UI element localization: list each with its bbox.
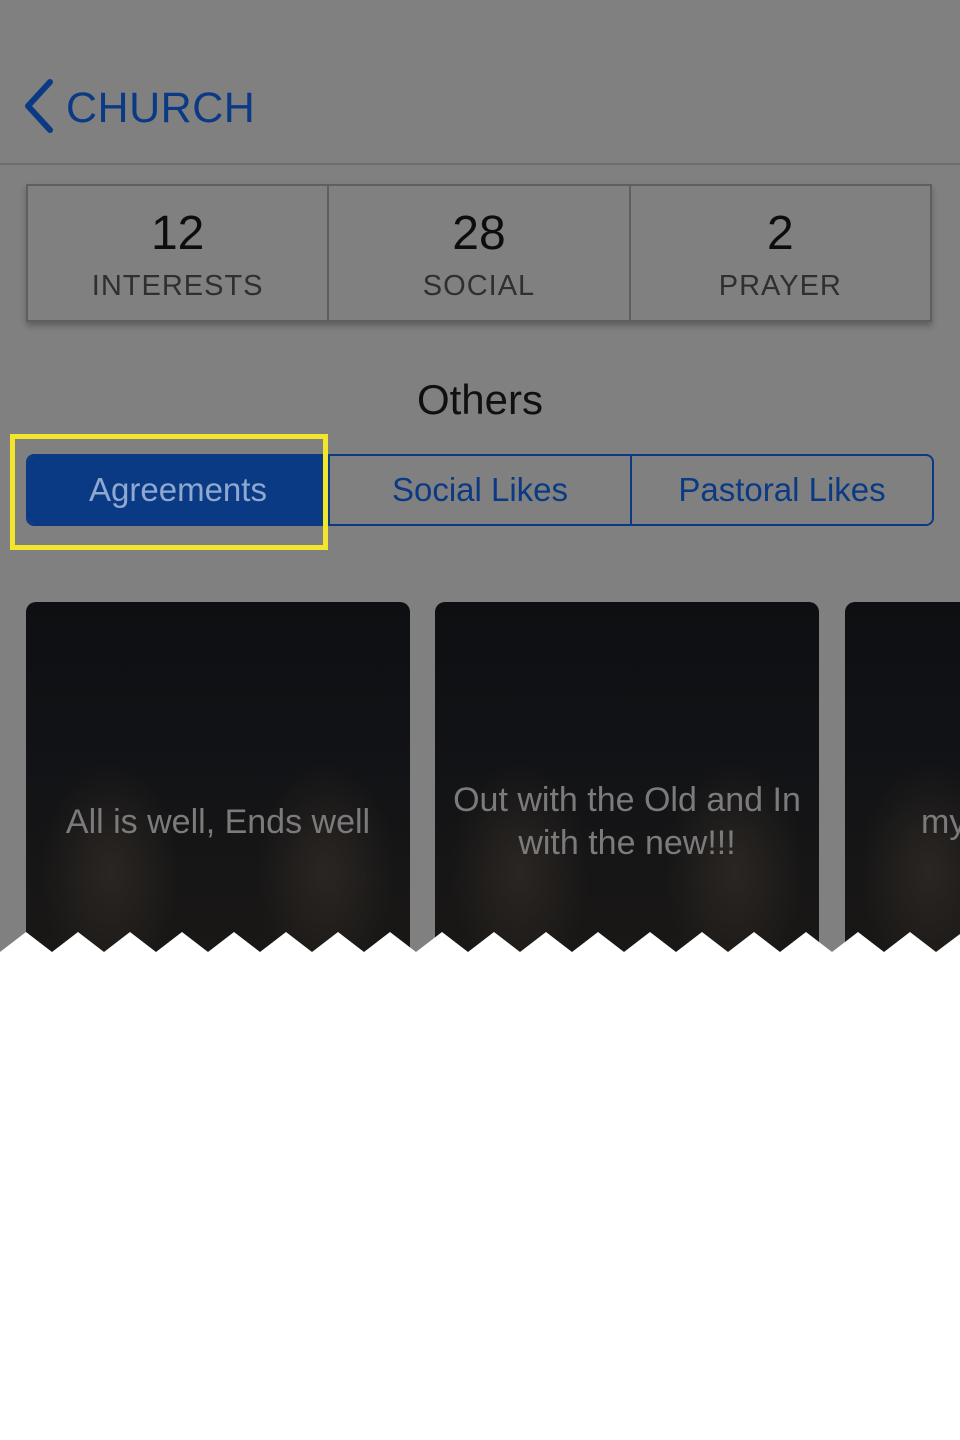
segment-social-likes[interactable]: Social Likes bbox=[330, 456, 632, 524]
chevron-left-icon bbox=[20, 78, 56, 139]
post-card[interactable]: my bbox=[845, 602, 960, 960]
stat-label: SOCIAL bbox=[422, 269, 536, 302]
post-card[interactable]: Out with the Old and In with the new!!! bbox=[435, 602, 819, 960]
stat-number: 12 bbox=[150, 206, 205, 260]
section-title: Others bbox=[416, 376, 544, 423]
stat-number: 2 bbox=[766, 206, 794, 260]
post-card[interactable]: All is well, Ends well bbox=[26, 602, 410, 960]
back-button[interactable]: CHURCH bbox=[20, 78, 255, 138]
back-button-label: CHURCH bbox=[66, 83, 256, 132]
segment-pastoral-likes[interactable]: Pastoral Likes bbox=[632, 456, 932, 524]
stat-prayer[interactable]: 2 PRAYER bbox=[631, 186, 930, 320]
app-screen: CHURCH 12 INTERESTS 28 SOCIAL 2 PRAYER O… bbox=[0, 0, 960, 960]
stat-label: INTERESTS bbox=[91, 269, 264, 302]
navigation-bar: CHURCH bbox=[0, 0, 960, 165]
post-card-text: Out with the Old and In with the new!!! bbox=[453, 781, 801, 862]
stat-interests[interactable]: 12 INTERESTS bbox=[28, 186, 330, 320]
stat-social[interactable]: 28 SOCIAL bbox=[329, 186, 631, 320]
stats-panel: 12 INTERESTS 28 SOCIAL 2 PRAYER bbox=[26, 184, 932, 322]
torn-edge bbox=[0, 932, 960, 970]
post-card-text: my bbox=[921, 802, 960, 841]
post-card-text: All is well, Ends well bbox=[65, 802, 371, 841]
stat-label: PRAYER bbox=[718, 269, 842, 302]
stat-number: 28 bbox=[452, 206, 506, 260]
highlight-box bbox=[10, 434, 328, 550]
